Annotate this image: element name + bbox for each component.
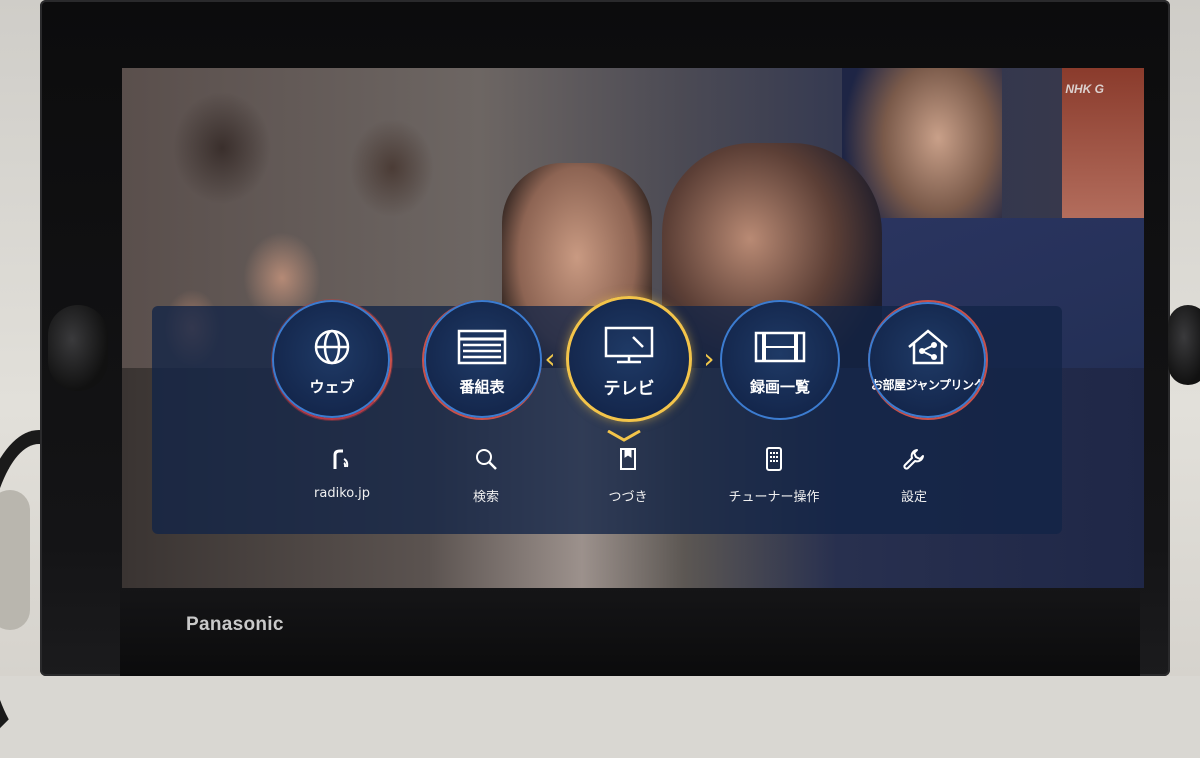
menu-item-ring [272, 300, 392, 420]
menu-item-radiko[interactable]: radiko.jp [282, 446, 402, 506]
menu-item-recordings[interactable]: 録画一覧 [720, 300, 840, 420]
stand-hinge-right [1168, 305, 1200, 385]
tv-screen: NHK G ウェブ 番組表 ‹ テレビ › 録画一覧 お部屋ジャンプリンク ra… [122, 68, 1144, 588]
menu-item-program-guide[interactable]: 番組表 [422, 300, 542, 420]
stand-hinge-left [48, 305, 108, 391]
brand-logo: Panasonic [186, 614, 284, 635]
menu-item-label: radiko.jp [314, 486, 370, 501]
menu-item-label: チューナー操作 [728, 490, 820, 505]
menu-item-label: 設定 [900, 490, 927, 505]
menu-item-tuner-control[interactable]: チューナー操作 [714, 446, 834, 506]
menu-item-continue[interactable]: つづき [568, 446, 688, 506]
radiko-icon [329, 446, 355, 472]
selection-indicator-icon [607, 430, 641, 442]
menu-item-settings[interactable]: 設定 [854, 446, 974, 506]
search-icon [473, 446, 499, 472]
channel-logo: NHK G [1065, 82, 1104, 96]
menu-item-search[interactable]: 検索 [426, 446, 546, 506]
wrench-icon [901, 446, 927, 472]
remote-icon [761, 446, 787, 472]
menu-item-ring [720, 300, 840, 420]
menu-item-ring-selected [566, 296, 692, 422]
menu-item-label: 検索 [472, 490, 499, 505]
menu-item-web[interactable]: ウェブ [272, 300, 392, 420]
chevron-right-icon[interactable]: › [700, 345, 718, 373]
menu-item-label: つづき [608, 490, 648, 505]
menu-item-tv[interactable]: テレビ [566, 296, 692, 422]
bookmark-icon [615, 446, 641, 472]
menu-item-room-jump-link[interactable]: お部屋ジャンプリンク [868, 300, 988, 420]
menu-item-ring [868, 300, 988, 420]
chevron-left-icon[interactable]: ‹ [541, 345, 559, 373]
menu-item-ring [422, 300, 542, 420]
